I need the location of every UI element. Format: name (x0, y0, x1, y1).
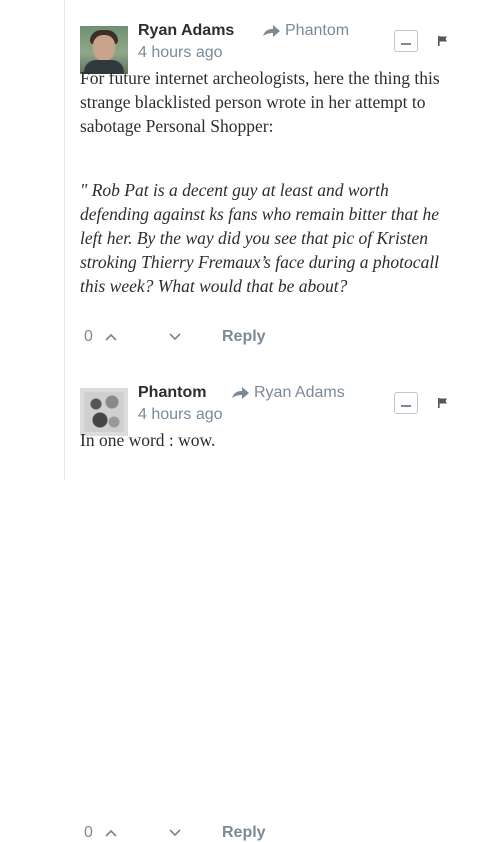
comment-actions: 0 Reply (84, 328, 266, 346)
collapse-button[interactable] (394, 30, 418, 52)
chevron-up-icon[interactable] (104, 828, 118, 838)
share-arrow-icon (232, 387, 249, 399)
comment-quote: " Rob Pat is a decent guy at least and w… (80, 180, 440, 296)
reply-to-name[interactable]: Phantom (285, 22, 349, 40)
author-name[interactable]: Ryan Adams (138, 22, 234, 40)
reply-to-name[interactable]: Ryan Adams (254, 384, 345, 402)
flag-icon[interactable] (438, 398, 448, 408)
comment-text: For future internet archeologists, here … (80, 68, 440, 136)
vote-count: 0 (84, 824, 93, 841)
reply-to[interactable]: Ryan Adams (230, 384, 345, 402)
minus-box-icon (401, 43, 411, 45)
vote-count: 0 (84, 328, 93, 345)
chevron-up-icon[interactable] (104, 332, 118, 342)
flag-icon[interactable] (438, 36, 448, 46)
share-arrow-icon (263, 25, 280, 37)
chevron-down-icon[interactable] (168, 828, 182, 838)
reply-to[interactable]: Phantom (261, 22, 349, 40)
timestamp[interactable]: 4 hours ago (138, 406, 223, 424)
reply-button[interactable]: Reply (222, 328, 266, 346)
chevron-down-icon[interactable] (168, 332, 182, 342)
collapse-button[interactable] (394, 392, 418, 414)
comment-text: In one word : wow. (80, 430, 216, 450)
timestamp[interactable]: 4 hours ago (138, 44, 223, 62)
thread-line (64, 0, 65, 480)
minus-box-icon (401, 405, 411, 407)
reply-button[interactable]: Reply (222, 824, 266, 842)
comment-actions: 0 Reply (84, 824, 266, 842)
author-name[interactable]: Phantom (138, 384, 206, 402)
